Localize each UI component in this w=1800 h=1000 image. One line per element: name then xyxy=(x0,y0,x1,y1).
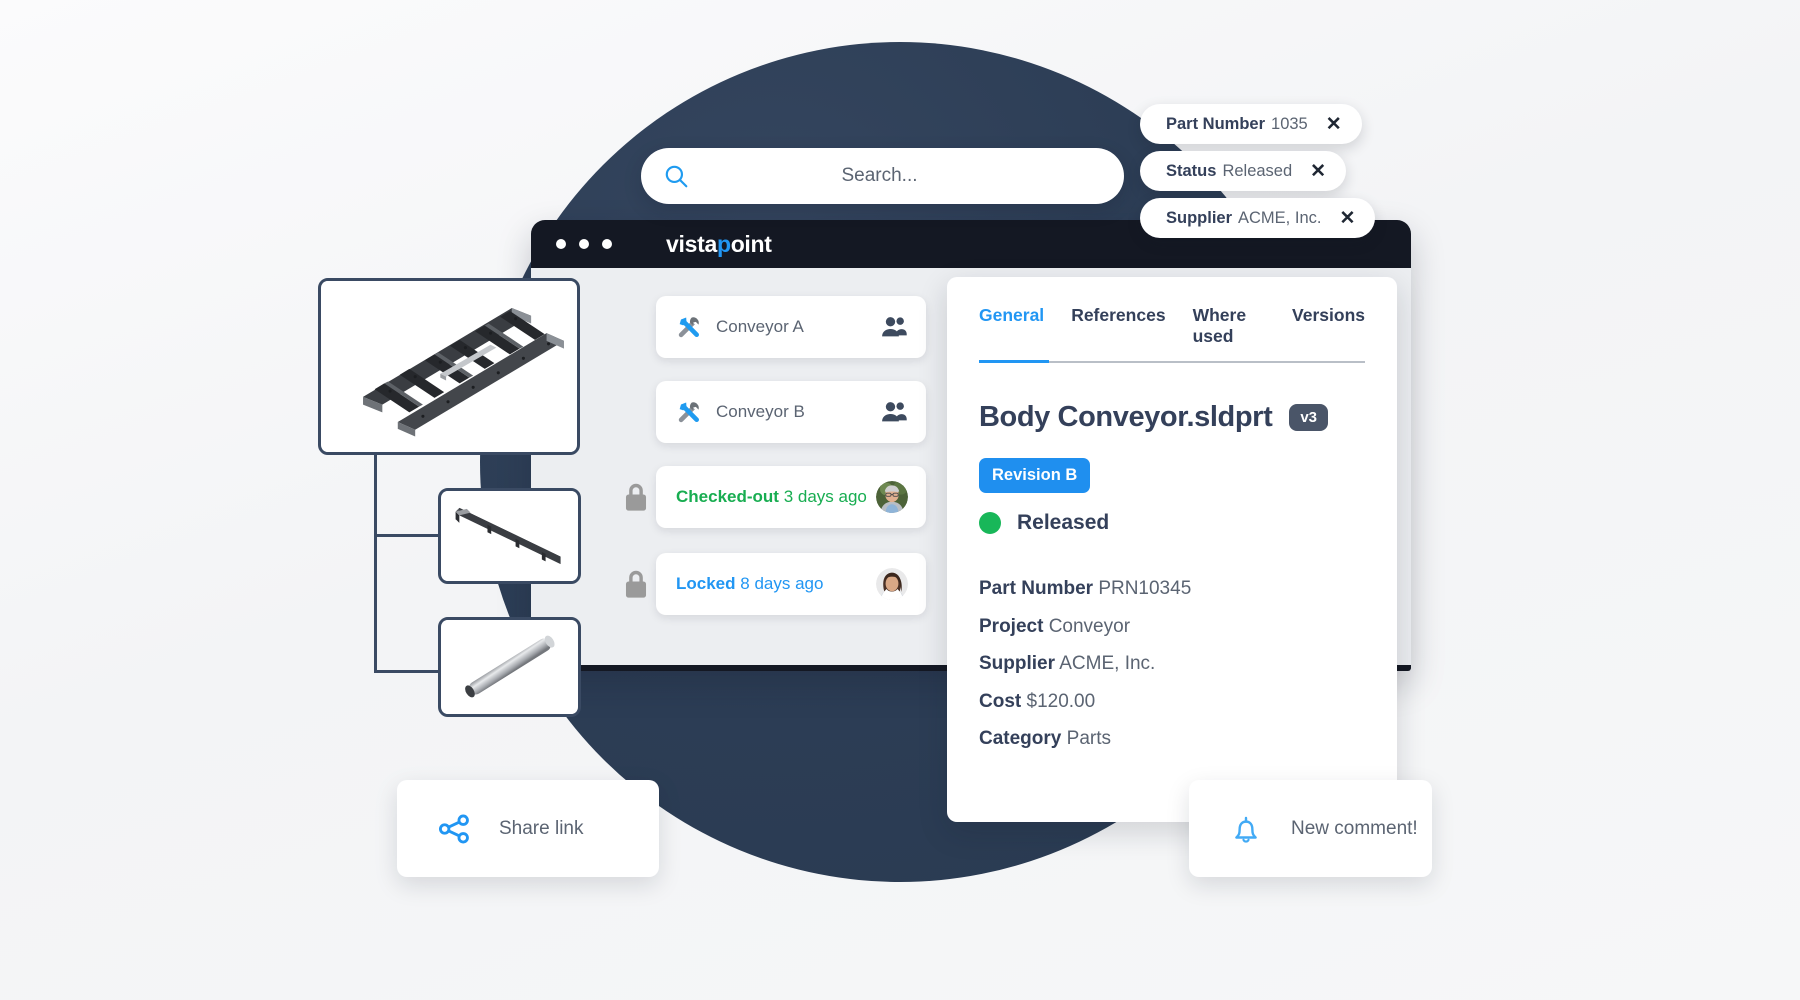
status-badge: Released xyxy=(979,511,1365,535)
window-dot-maximize[interactable] xyxy=(602,239,612,249)
tab-active-indicator xyxy=(979,360,1049,363)
people-icon[interactable] xyxy=(880,398,908,426)
filter-pill-part-number[interactable]: Part Number 1035 ✕ xyxy=(1140,104,1362,144)
thumbnail-conveyor-rail-part[interactable] xyxy=(438,488,581,584)
app-screenshot: vistapoint Search... Part Number 1035 ✕ … xyxy=(0,0,1800,1000)
property-key: Category xyxy=(979,728,1062,750)
avatar-male[interactable] xyxy=(876,481,908,513)
close-icon[interactable]: ✕ xyxy=(1310,162,1326,181)
tab-underline xyxy=(979,360,1365,363)
filter-value: ACME, Inc. xyxy=(1238,208,1322,227)
close-icon[interactable]: ✕ xyxy=(1339,209,1355,228)
thumbnail-conveyor-rod-part[interactable] xyxy=(438,617,581,717)
avatar-female[interactable] xyxy=(876,568,908,600)
filter-value: 1035 xyxy=(1271,114,1308,133)
property-value: ACME, Inc. xyxy=(1059,653,1156,675)
filter-key: Part Number xyxy=(1166,114,1266,133)
properties-list: Part Number PRN10345 Project Conveyor Su… xyxy=(979,575,1365,753)
filter-key: Status xyxy=(1166,161,1217,180)
tree-connector-branch-2 xyxy=(374,670,440,673)
status-row-state: Checked-out xyxy=(676,487,779,506)
search-input[interactable]: Search... xyxy=(689,165,1070,187)
property-key: Cost xyxy=(979,690,1022,712)
thumbnail-conveyor-frame-assembly[interactable] xyxy=(318,278,580,455)
tools-icon xyxy=(678,402,699,423)
status-row-checked-out[interactable]: Checked-out 3 days ago xyxy=(656,466,926,528)
list-item-conveyor-a[interactable]: Conveyor A xyxy=(656,296,926,358)
status-row-time: 3 days ago xyxy=(783,487,867,506)
share-link-label: Share link xyxy=(499,817,584,839)
property-key: Part Number xyxy=(979,578,1094,599)
tab-general[interactable]: General xyxy=(979,305,1044,363)
tab-references[interactable]: References xyxy=(1071,305,1165,363)
property-row: Cost $120.00 xyxy=(979,688,1365,716)
tree-connector-vertical xyxy=(374,455,377,673)
share-link-card[interactable]: Share link xyxy=(397,780,659,877)
list-item-actions[interactable] xyxy=(880,313,908,341)
close-icon[interactable]: ✕ xyxy=(1326,115,1342,134)
property-row: Supplier ACME, Inc. xyxy=(979,650,1365,678)
property-key: Project xyxy=(979,615,1044,637)
status-row-user[interactable] xyxy=(876,481,908,513)
window-controls[interactable] xyxy=(556,239,612,249)
document-title-row: Body Conveyor.sldprt v3 xyxy=(979,401,1365,434)
status-row-locked[interactable]: Locked 8 days ago xyxy=(656,553,926,615)
status-dot-icon xyxy=(979,512,1001,534)
people-icon[interactable] xyxy=(880,313,908,341)
filter-pill-supplier[interactable]: Supplier ACME, Inc. ✕ xyxy=(1140,198,1376,238)
status-row-time: 8 days ago xyxy=(740,574,824,593)
filter-value: Released xyxy=(1222,161,1293,180)
share-icon xyxy=(438,814,469,843)
status-row-text: Locked 8 days ago xyxy=(676,574,823,594)
status-row-user[interactable] xyxy=(876,568,908,600)
list-item-label: Conveyor B xyxy=(716,402,805,421)
window-dot-close[interactable] xyxy=(556,239,566,249)
detail-panel: General References Where used Versions B… xyxy=(947,277,1397,822)
status-row-state: Locked xyxy=(676,574,736,593)
tab-where-used[interactable]: Where used xyxy=(1193,305,1265,363)
window-dot-minimize[interactable] xyxy=(579,239,589,249)
brand-logo-part-3: oint xyxy=(730,230,772,257)
status-row-text: Checked-out 3 days ago xyxy=(676,487,867,507)
new-comment-card[interactable]: New comment! xyxy=(1189,780,1432,877)
property-value: $120.00 xyxy=(1026,690,1096,712)
status-label: Released xyxy=(1017,511,1110,534)
brand-logo-part-1: v xyxy=(666,230,679,257)
filter-pill-status[interactable]: Status Released ✕ xyxy=(1140,151,1347,191)
tools-icon xyxy=(678,317,699,338)
search-icon xyxy=(665,165,688,188)
search-bar[interactable]: Search... xyxy=(641,148,1124,204)
list-item-actions[interactable] xyxy=(880,398,908,426)
property-value: Conveyor xyxy=(1048,615,1131,637)
conveyor-rail-render xyxy=(442,491,577,581)
detail-tabs: General References Where used Versions xyxy=(979,305,1365,363)
filter-key: Supplier xyxy=(1166,208,1233,227)
property-row: Part Number PRN10345 xyxy=(979,575,1365,603)
page-title: Body Conveyor.sldprt xyxy=(979,401,1273,433)
property-row: Category Parts xyxy=(979,725,1365,753)
padlock-icon xyxy=(625,570,647,598)
list-item-label: Conveyor A xyxy=(716,317,804,336)
brand-logo: vistapoint xyxy=(666,231,772,258)
tree-connector-branch-1 xyxy=(374,534,440,537)
padlock-icon xyxy=(625,483,647,511)
property-value: Parts xyxy=(1066,728,1111,750)
property-value: PRN10345 xyxy=(1098,578,1192,599)
revision-badge: Revision B xyxy=(979,458,1091,493)
brand-logo-part-2: ista xyxy=(678,230,718,257)
brand-logo-accent: p xyxy=(716,230,731,257)
bell-icon xyxy=(1235,816,1257,843)
list-item-conveyor-b[interactable]: Conveyor B xyxy=(656,381,926,443)
version-badge: v3 xyxy=(1289,404,1329,431)
property-key: Supplier xyxy=(979,653,1056,675)
conveyor-rod-render xyxy=(442,620,577,714)
conveyor-frame-render xyxy=(322,281,576,452)
new-comment-label: New comment! xyxy=(1291,817,1418,839)
property-row: Project Conveyor xyxy=(979,613,1365,641)
tab-versions[interactable]: Versions xyxy=(1292,305,1365,363)
